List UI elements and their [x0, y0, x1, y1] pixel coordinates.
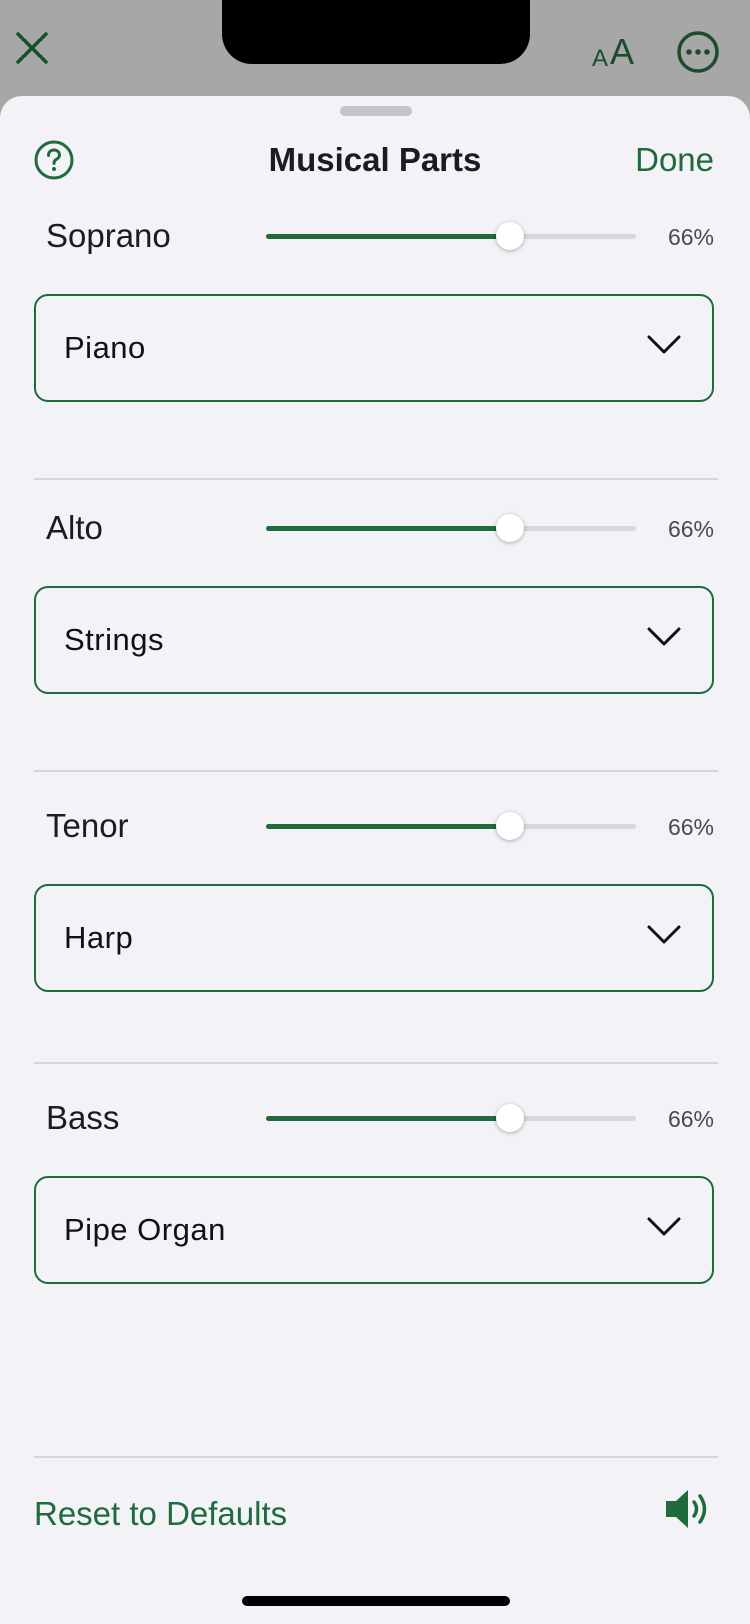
svg-text:A: A: [592, 45, 608, 70]
instrument-dropdown[interactable]: Piano: [34, 294, 714, 402]
volume-slider[interactable]: [266, 510, 636, 546]
part-row-bass: Bass 66% Pipe Organ: [0, 1098, 750, 1338]
part-name: Alto: [46, 509, 103, 546]
part-name: Tenor: [46, 807, 129, 844]
instrument-value: Strings: [64, 622, 164, 657]
part-name: Soprano: [46, 217, 171, 254]
instrument-value: Piano: [64, 330, 146, 365]
done-button[interactable]: Done: [635, 140, 714, 180]
close-icon[interactable]: [14, 30, 50, 66]
volume-slider[interactable]: [266, 1100, 636, 1136]
chevron-down-icon: [647, 627, 681, 646]
instrument-value: Pipe Organ: [64, 1212, 226, 1247]
musical-parts-sheet: Musical Parts Done Soprano 66% Piano Alto 66…: [0, 96, 750, 1624]
volume-percent-label: 66%: [667, 814, 714, 840]
home-indicator: [242, 1596, 510, 1606]
instrument-dropdown[interactable]: Harp: [34, 884, 714, 992]
section-divider: [34, 1062, 718, 1064]
instrument-dropdown[interactable]: Strings: [34, 586, 714, 694]
volume-percent-label: 66%: [667, 516, 714, 542]
slider-fill: [266, 1116, 511, 1121]
slider-fill: [266, 526, 511, 531]
volume-percent-label: 66%: [667, 224, 714, 250]
footer-divider: [34, 1456, 718, 1458]
sheet-grabber[interactable]: [340, 106, 412, 116]
slider-thumb[interactable]: [496, 514, 525, 542]
section-divider: [34, 770, 718, 772]
slider-fill: [266, 824, 511, 829]
slider-thumb[interactable]: [496, 1104, 525, 1132]
volume-slider[interactable]: [266, 808, 636, 844]
more-icon[interactable]: [676, 30, 720, 74]
volume-percent-label: 66%: [667, 1106, 714, 1132]
instrument-dropdown[interactable]: Pipe Organ: [34, 1176, 714, 1284]
volume-slider[interactable]: [266, 218, 636, 254]
chevron-down-icon: [647, 1217, 681, 1236]
part-row-alto: Alto 66% Strings: [0, 508, 750, 748]
part-row-tenor: Tenor 66% Harp: [0, 806, 750, 1046]
section-divider: [34, 478, 718, 480]
speaker-icon[interactable]: [662, 1486, 712, 1532]
chevron-down-icon: [647, 335, 681, 354]
device-notch: [222, 0, 530, 64]
slider-fill: [266, 234, 511, 239]
chevron-down-icon: [647, 925, 681, 944]
reset-to-defaults-button[interactable]: Reset to Defaults: [34, 1494, 287, 1534]
instrument-value: Harp: [64, 920, 134, 955]
slider-thumb[interactable]: [496, 222, 525, 250]
slider-thumb[interactable]: [496, 812, 525, 840]
part-name: Bass: [46, 1099, 120, 1136]
svg-text:A: A: [610, 31, 634, 70]
text-size-icon[interactable]: A A: [592, 30, 642, 70]
part-row-soprano: Soprano 66% Piano: [0, 216, 750, 456]
